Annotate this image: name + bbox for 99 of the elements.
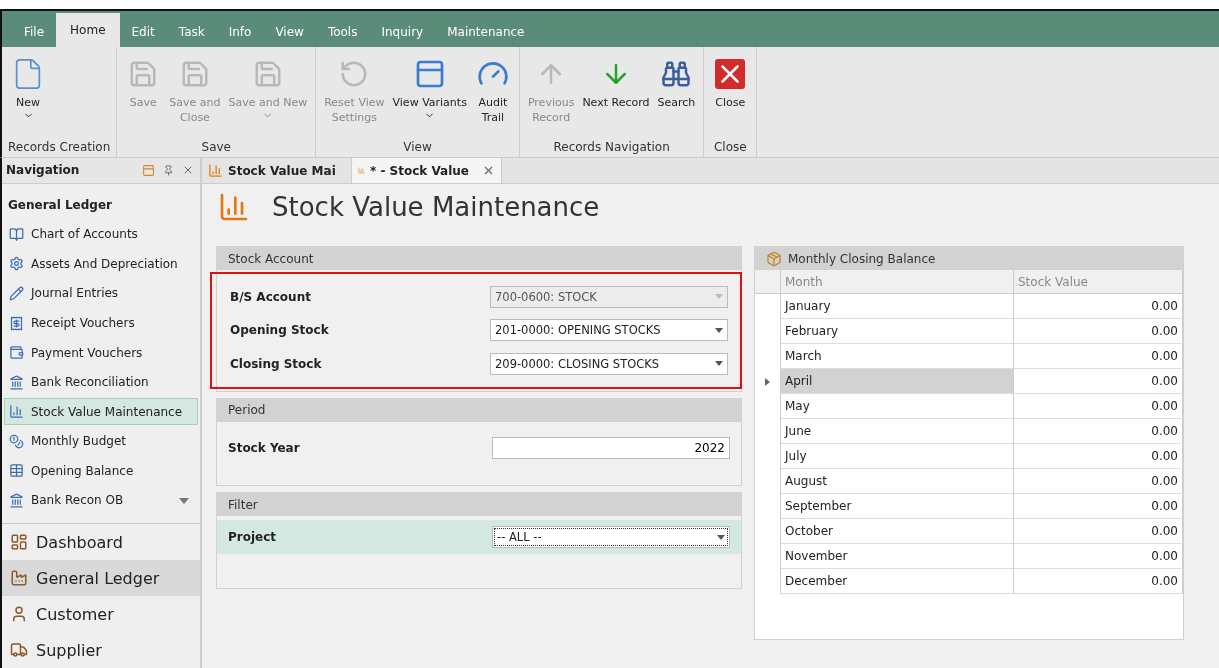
caret-icon[interactable]	[715, 327, 723, 333]
table-cell: 0.00	[1014, 319, 1183, 344]
panel-header: Filter	[217, 493, 741, 516]
receipt-icon	[9, 315, 24, 331]
row-pointer-icon	[765, 377, 770, 386]
nav-item[interactable]: Opening Balance	[4, 456, 198, 485]
field-label: Stock Year	[228, 441, 300, 456]
table-cell: August	[781, 469, 1014, 494]
module-item[interactable]: Dashboard	[2, 524, 200, 561]
table-cell: September	[781, 494, 1014, 519]
caret-icon[interactable]	[717, 534, 725, 540]
wallet-icon	[9, 345, 24, 361]
table-cell: May	[781, 394, 1014, 419]
table-cell: 0.00	[1014, 369, 1183, 394]
ribbon-button[interactable]: Search	[655, 53, 698, 140]
pin-icon[interactable]	[163, 164, 174, 176]
table-cell: 0.00	[1014, 519, 1183, 544]
nav-item[interactable]: Chart of Accounts	[4, 220, 198, 249]
book-icon	[9, 226, 24, 242]
group-label: Close	[712, 140, 748, 156]
module-item[interactable]: Customer	[2, 596, 200, 633]
bank-icon	[9, 492, 24, 508]
close-icon[interactable]	[482, 164, 495, 177]
menu-tab[interactable]: Inquiry	[369, 17, 436, 47]
menu-tab[interactable]: Home	[56, 13, 120, 47]
page-title: Stock Value Maintenance	[272, 192, 600, 222]
chart-icon	[218, 191, 250, 223]
truck-icon	[10, 641, 28, 660]
table-cell: June	[781, 419, 1014, 444]
gear-icon	[9, 256, 24, 272]
ribbon-button[interactable]: View Variants	[390, 53, 469, 140]
chart-icon	[9, 404, 24, 420]
ribbon-button[interactable]: Next Record	[580, 53, 652, 140]
chart-icon	[208, 163, 223, 178]
dashboard-icon	[10, 533, 28, 552]
person-icon	[10, 605, 28, 624]
module-item[interactable]: General Ledger	[2, 560, 200, 597]
table-cell: December	[781, 569, 1014, 594]
group-label: Records Navigation	[552, 140, 671, 156]
menu-tab[interactable]: Task	[166, 17, 217, 47]
caret-icon[interactable]	[179, 497, 189, 504]
field-label: B/S Account	[230, 289, 311, 304]
menu-tab[interactable]: Maintenance	[435, 17, 537, 47]
table-cell: July	[781, 444, 1014, 469]
table-cell: March	[781, 344, 1014, 369]
ribbon-button[interactable]: Audit Trail	[472, 53, 513, 140]
panel-title: Navigation	[6, 163, 80, 178]
menu-tab[interactable]: View	[263, 17, 316, 47]
field-label: Opening Stock	[230, 323, 329, 338]
panel-title: Monthly Closing Balance	[788, 251, 936, 266]
nav-item[interactable]: Payment Vouchers	[4, 338, 198, 367]
box-icon	[766, 250, 782, 267]
nav-item[interactable]: Assets And Depreciation	[4, 250, 198, 278]
group-label: Records Creation	[8, 140, 111, 156]
group-label: View	[402, 140, 433, 156]
nav-item[interactable]: Receipt Vouchers	[4, 309, 198, 337]
menu-tab[interactable]: Edit	[119, 17, 167, 47]
table-cell: 0.00	[1014, 294, 1183, 319]
menu-tab[interactable]: Tools	[315, 17, 370, 47]
field-label: Closing Stock	[230, 356, 322, 371]
module-item[interactable]: Supplier	[2, 632, 200, 668]
table-icon	[9, 463, 24, 479]
table-cell: 0.00	[1014, 469, 1183, 494]
panel-header: Stock Account	[217, 247, 741, 270]
panel-header: Period	[217, 398, 741, 422]
nav-item[interactable]: Stock Value Maintenance	[4, 397, 198, 426]
bank-icon	[9, 374, 24, 390]
group-label: Save	[200, 140, 232, 156]
coins-icon	[9, 433, 24, 449]
ribbon-button[interactable]: New	[8, 53, 48, 140]
table-cell: 0.00	[1014, 444, 1183, 469]
table-cell: 0.00	[1014, 344, 1183, 369]
table-cell: November	[781, 544, 1014, 569]
nav-item[interactable]: Monthly Budget	[4, 427, 198, 455]
table-cell: October	[781, 519, 1014, 544]
table-cell: January	[781, 294, 1014, 319]
dropdown-field[interactable]: 209-0000: CLOSING STOCKS	[490, 352, 728, 375]
table-cell: April	[781, 369, 1014, 394]
table-cell: 0.00	[1014, 494, 1183, 519]
table-cell: 0.00	[1014, 394, 1183, 419]
table-cell: 0.00	[1014, 544, 1183, 569]
dropdown-field[interactable]: -- ALL --	[492, 526, 730, 548]
menu-tab[interactable]: Info	[216, 17, 264, 47]
nav-item[interactable]: Bank Reconciliation	[4, 368, 198, 396]
ribbon-button[interactable]: Close	[710, 53, 751, 140]
document-tab[interactable]: * - Stock Value	[352, 158, 502, 183]
table-cell: February	[781, 319, 1014, 344]
nav-item[interactable]: Journal Entries	[4, 279, 198, 308]
caret-icon[interactable]	[715, 361, 723, 367]
section-title: General Ledger	[7, 196, 113, 214]
factory-icon	[10, 569, 28, 588]
menu-tab[interactable]: File	[12, 17, 57, 47]
year-field[interactable]: 2022	[492, 437, 730, 460]
field-label: Project	[228, 530, 277, 544]
table-cell: 0.00	[1014, 419, 1183, 444]
table-cell: 0.00	[1014, 569, 1183, 594]
pencil-icon	[9, 285, 24, 301]
dropdown-field[interactable]: 201-0000: OPENING STOCKS	[490, 319, 728, 342]
nav-item[interactable]: Bank Recon OB	[4, 486, 198, 515]
